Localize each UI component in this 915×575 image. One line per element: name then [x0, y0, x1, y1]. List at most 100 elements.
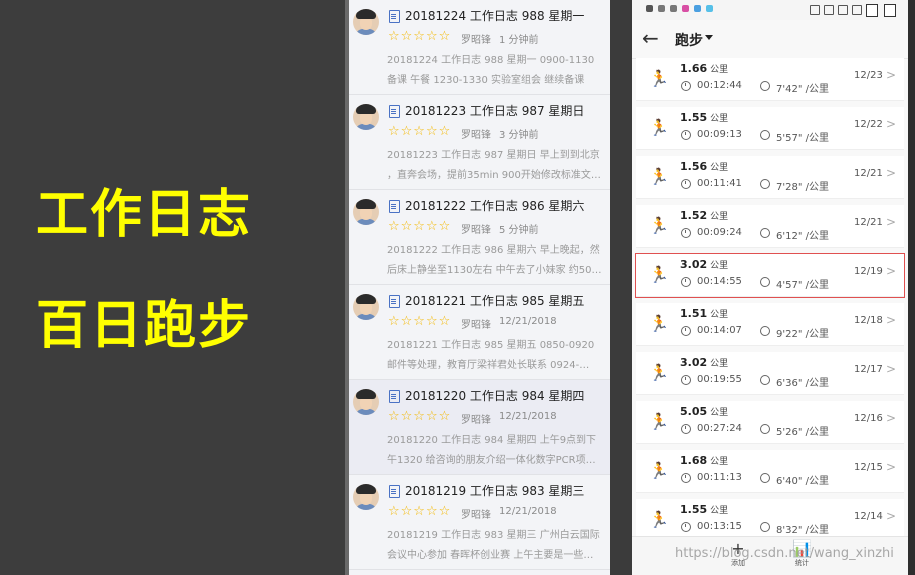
excerpt-line: 邮件等处理，教育厅梁祥君处长联系 0924-…	[387, 360, 590, 371]
excerpt-line: 20181220 工作日志 984 星期四 上午9点到下	[387, 435, 597, 446]
back-arrow-icon[interactable]: ←	[642, 25, 659, 51]
excerpt-line: 后床上静坐至1130左右 中午去了小妹家 约50…	[387, 265, 602, 276]
window-button-icon[interactable]	[884, 4, 896, 17]
run-record-row[interactable]: 🏃 1.52 公里 00:09:24 6'12" /公里 12/21 >	[636, 205, 904, 248]
runner-icon: 🏃	[649, 265, 669, 284]
document-icon	[389, 200, 400, 213]
distance-value: 1.55	[680, 503, 708, 516]
blog-entry[interactable]: 20181222 工作日志 986 星期六 ☆☆☆☆☆ 罗昭锋 5 分钟前 201812…	[349, 190, 610, 285]
blog-entry[interactable]: 20181223 工作日志 987 星期日 ☆☆☆☆☆ 罗昭锋 3 分钟前 201812…	[349, 95, 610, 190]
rating-stars[interactable]: ☆☆☆☆☆	[388, 124, 451, 139]
runner-icon: 🏃	[649, 461, 669, 480]
avatar	[353, 199, 379, 225]
runner-icon: 🏃	[649, 167, 669, 186]
run-record-row[interactable]: 🏃 1.66 公里 00:12:44 7'42" /公里 12/23 >	[636, 58, 904, 101]
notification-icon	[646, 5, 653, 12]
entry-author: 罗昭锋	[461, 510, 491, 521]
notification-icon	[670, 5, 677, 12]
run-duration: 00:13:15	[697, 521, 742, 532]
run-pace: 9'22" /公里	[776, 329, 829, 340]
entry-excerpt: 20181222 工作日志 986 星期六 早上晚起，然 后床上静坐至1130左右…	[387, 241, 602, 281]
rating-stars[interactable]: ☆☆☆☆☆	[388, 504, 451, 519]
run-duration: 00:27:24	[697, 423, 742, 434]
rating-stars[interactable]: ☆☆☆☆☆	[388, 219, 451, 234]
distance-value: 5.05	[680, 405, 708, 418]
chevron-right-icon: >	[886, 215, 897, 229]
run-pace: 5'57" /公里	[776, 133, 829, 144]
run-pace: 4'57" /公里	[776, 280, 829, 291]
run-pace: 7'42" /公里	[776, 84, 829, 95]
run-date: 12/21	[854, 217, 883, 228]
run-record-row[interactable]: 🏃 1.55 公里 00:09:13 5'57" /公里 12/22 >	[636, 107, 904, 150]
distance-value: 1.55	[680, 111, 708, 124]
pace-icon	[760, 179, 770, 189]
entry-time: 3 分钟前	[499, 130, 539, 141]
pace-icon	[760, 375, 770, 385]
chevron-right-icon: >	[886, 362, 897, 376]
window-controls	[860, 2, 908, 18]
rating-stars[interactable]: ☆☆☆☆☆	[388, 409, 451, 424]
distance-unit: 公里	[710, 506, 729, 516]
window-button-icon[interactable]	[866, 4, 878, 17]
run-distance: 1.56 公里	[680, 160, 728, 173]
entry-title[interactable]: 20181224 工作日志 988 星期一	[405, 7, 584, 24]
distance-value: 1.68	[680, 454, 708, 467]
excerpt-line: ，直奔会场，提前35min 900开始修改标准文…	[387, 170, 601, 181]
run-record-row[interactable]: 🏃 1.56 公里 00:11:41 7'28" /公里 12/21 >	[636, 156, 904, 199]
rating-stars[interactable]: ☆☆☆☆☆	[388, 29, 451, 44]
entry-title[interactable]: 20181219 工作日志 983 星期三	[405, 482, 584, 499]
entry-title[interactable]: 20181220 工作日志 984 星期四	[405, 387, 584, 404]
avatar	[353, 484, 379, 510]
pace-icon	[760, 130, 770, 140]
entry-author: 罗昭锋	[461, 225, 491, 236]
run-record-row[interactable]: 🏃 3.02 公里 00:19:55 6'36" /公里 12/17 >	[636, 352, 904, 395]
entry-time: 12/21/2018	[499, 316, 557, 327]
excerpt-line: 20181219 工作日志 983 星期三 广州白云国际	[387, 530, 600, 541]
pace-icon	[760, 326, 770, 336]
excerpt-line: 20181223 工作日志 987 星期日 早上到到北京	[387, 150, 600, 161]
blog-entry[interactable]: 20181219 工作日志 983 星期三 ☆☆☆☆☆ 罗昭锋 12/21/2018 2…	[349, 475, 610, 570]
run-pace: 8'32" /公里	[776, 525, 829, 536]
rating-stars[interactable]: ☆☆☆☆☆	[388, 314, 451, 329]
clock-icon	[681, 326, 691, 336]
avatar	[353, 104, 379, 130]
runner-icon: 🏃	[649, 510, 669, 529]
runner-icon: 🏃	[649, 314, 669, 333]
activity-type-dropdown[interactable]: 跑步	[675, 30, 703, 50]
excerpt-line: 备课 午餐 1230-1330 实验室组会 继续备课	[387, 75, 585, 86]
run-record-row[interactable]: 🏃 1.51 公里 00:14:07 9'22" /公里 12/18 >	[636, 303, 904, 346]
run-date: 12/14	[854, 511, 883, 522]
entry-excerpt: 20181224 工作日志 988 星期一 0900-1130 备课 午餐 123…	[387, 51, 602, 91]
document-icon	[389, 485, 400, 498]
document-icon	[389, 10, 400, 23]
blog-entry[interactable]: 20181221 工作日志 985 星期五 ☆☆☆☆☆ 罗昭锋 12/21/2018 2…	[349, 285, 610, 380]
document-icon	[389, 295, 400, 308]
blog-entry[interactable]: 20181224 工作日志 988 星期一 ☆☆☆☆☆ 罗昭锋 1 分钟前 201812…	[349, 0, 610, 95]
run-record-row[interactable]: 🏃 5.05 公里 00:27:24 5'26" /公里 12/16 >	[636, 401, 904, 444]
run-distance: 3.02 公里	[680, 258, 728, 271]
document-icon	[389, 390, 400, 403]
chevron-right-icon: >	[886, 117, 897, 131]
clock-icon	[681, 277, 691, 287]
entry-title[interactable]: 20181222 工作日志 986 星期六	[405, 197, 584, 214]
entry-title[interactable]: 20181221 工作日志 985 星期五	[405, 292, 584, 309]
runner-icon: 🏃	[649, 69, 669, 88]
run-distance: 5.05 公里	[680, 405, 728, 418]
run-date: 12/21	[854, 168, 883, 179]
entry-title[interactable]: 20181223 工作日志 987 星期日	[405, 102, 584, 119]
avatar	[353, 9, 379, 35]
run-record-row[interactable]: 🏃 3.02 公里 00:14:55 4'57" /公里 12/19 >	[635, 253, 905, 298]
bluetooth-icon	[838, 5, 848, 15]
entry-time: 12/21/2018	[499, 411, 557, 422]
run-record-row[interactable]: 🏃 1.68 公里 00:11:13 6'40" /公里 12/15 >	[636, 450, 904, 493]
notification-icon	[694, 5, 701, 12]
blog-entry[interactable]: 20181220 工作日志 984 星期四 ☆☆☆☆☆ 罗昭锋 12/21/2018 2…	[349, 380, 610, 475]
chevron-right-icon: >	[886, 411, 897, 425]
caret-down-icon[interactable]	[705, 35, 713, 40]
chevron-right-icon: >	[886, 313, 897, 327]
pace-icon	[760, 473, 770, 483]
run-date: 12/19	[854, 266, 883, 277]
run-date: 12/16	[854, 413, 883, 424]
notification-icon	[658, 5, 665, 12]
blog-list-panel: 20181224 工作日志 988 星期一 ☆☆☆☆☆ 罗昭锋 1 分钟前 201812…	[349, 0, 610, 575]
